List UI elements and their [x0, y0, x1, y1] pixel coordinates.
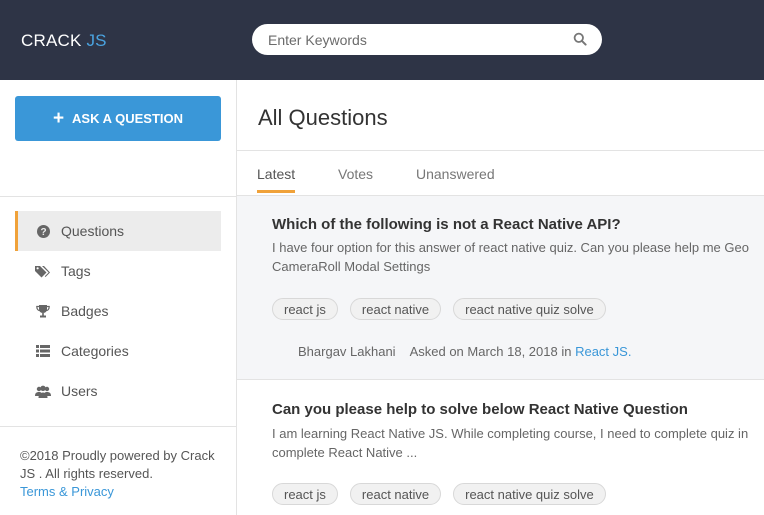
sidebar-item-badges[interactable]: Badges — [15, 291, 221, 331]
sidebar-item-tags[interactable]: Tags — [15, 251, 221, 291]
svg-text:?: ? — [40, 227, 46, 238]
tag-chip[interactable]: react native — [349, 483, 442, 505]
question-title[interactable]: Can you please help to solve below React… — [272, 401, 688, 418]
site-logo[interactable]: CRACK JS — [21, 31, 107, 51]
question-title[interactable]: Which of the following is not a React Na… — [272, 216, 621, 233]
active-tab-indicator — [257, 190, 295, 193]
divider — [0, 426, 236, 427]
divider — [0, 196, 236, 197]
list-icon — [35, 344, 51, 358]
sidebar-item-label: Tags — [61, 263, 91, 279]
question-tabs: Latest Votes Unanswered — [237, 151, 764, 196]
question-tags: react js react native react native quiz … — [272, 298, 618, 320]
question-circle-icon: ? — [35, 224, 51, 238]
sidebar-footer: ©2018 Proudly powered by Crack JS . All … — [20, 447, 225, 501]
plus-icon: + — [52, 108, 65, 129]
sidebar-item-label: Categories — [61, 343, 129, 359]
tag-chip[interactable]: react native quiz solve — [453, 298, 606, 320]
main-content: All Questions Latest Votes Unanswered Wh… — [237, 80, 764, 515]
sidebar-item-categories[interactable]: Categories — [15, 331, 221, 371]
author-link[interactable]: Bhargav Lakhani — [298, 344, 396, 359]
category-link[interactable]: React JS. — [575, 344, 631, 359]
sidebar-item-users[interactable]: Users — [15, 371, 221, 411]
search-bar — [252, 24, 602, 55]
ask-question-label: ASK A QUESTION — [72, 111, 184, 126]
tag-chip[interactable]: react js — [272, 298, 338, 320]
sidebar-nav: ? Questions Tags Badges Categories Users — [15, 211, 221, 411]
ask-question-button[interactable]: + ASK A QUESTION — [15, 96, 221, 141]
tab-votes[interactable]: Votes — [338, 151, 373, 196]
sidebar-item-label: Questions — [61, 223, 125, 239]
sidebar-item-label: Users — [61, 383, 98, 399]
top-header: CRACK JS — [0, 0, 764, 80]
tag-chip[interactable]: react native — [349, 298, 442, 320]
users-icon — [35, 384, 51, 398]
sidebar: + ASK A QUESTION ? Questions Tags Badges — [0, 80, 237, 515]
asked-date: Asked on March 18, 2018 in — [409, 344, 576, 359]
search-icon[interactable] — [573, 32, 587, 46]
tags-icon — [35, 264, 51, 278]
tag-chip[interactable]: react native quiz solve — [453, 483, 606, 505]
trophy-icon — [35, 304, 51, 318]
logo-accent: JS — [86, 31, 107, 50]
question-excerpt: I am learning React Native JS. While com… — [272, 426, 749, 460]
question-meta: Bhargav Lakhani Asked on March 18, 2018 i… — [298, 344, 631, 359]
sidebar-item-questions[interactable]: ? Questions — [15, 211, 221, 251]
tag-chip[interactable]: react js — [272, 483, 338, 505]
page-title: All Questions — [258, 105, 388, 130]
sidebar-item-label: Badges — [61, 303, 109, 319]
question-tags: react js react native react native quiz … — [272, 483, 618, 505]
copyright-text: ©2018 Proudly powered by Crack JS . All … — [20, 448, 215, 481]
search-input[interactable] — [268, 24, 558, 55]
question-item: Can you please help to solve below React… — [237, 381, 764, 515]
question-item: Which of the following is not a React Na… — [237, 196, 764, 380]
logo-text: CRACK — [21, 31, 82, 50]
terms-privacy-link[interactable]: Terms & Privacy — [20, 484, 114, 499]
question-excerpt: I have four option for this answer of re… — [272, 240, 749, 274]
tab-unanswered[interactable]: Unanswered — [416, 151, 495, 196]
